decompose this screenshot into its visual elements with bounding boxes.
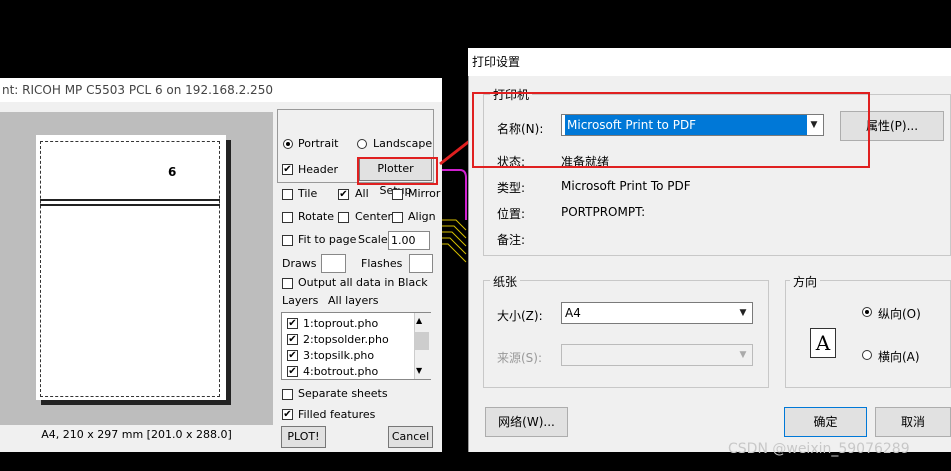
all-layers-label: All layers <box>328 294 379 307</box>
filled-features-label: Filled features <box>298 408 376 421</box>
preview-header-line <box>40 204 220 206</box>
cancel-dialog-button[interactable]: 取消 <box>875 407 951 437</box>
output-black-checkbox[interactable] <box>282 278 293 289</box>
portrait-label: Portrait <box>298 137 339 150</box>
layer-checkbox[interactable]: ✔ <box>287 350 298 361</box>
scale-label: Scale <box>358 233 388 246</box>
fit-to-page-label: Fit to page <box>298 233 357 246</box>
dialog-title: 打印设置 <box>468 48 951 76</box>
center-label: Center <box>355 210 393 223</box>
where-label: 位置: <box>497 207 526 221</box>
tile-checkbox[interactable] <box>282 189 293 200</box>
type-value: Microsoft Print To PDF <box>561 179 691 193</box>
landscape-radio-dialog[interactable] <box>862 350 872 360</box>
page-orientation-icon: A <box>810 328 836 358</box>
header-checkbox[interactable]: ✔ <box>282 164 293 175</box>
layers-label: Layers <box>282 294 319 307</box>
source-label: 来源(S): <box>497 351 543 365</box>
type-label: 类型: <box>497 181 526 195</box>
flashes-label: Flashes <box>361 257 403 270</box>
all-label: All <box>355 187 369 200</box>
filled-features-checkbox[interactable]: ✔ <box>282 409 293 420</box>
ok-button[interactable]: 确定 <box>784 407 867 437</box>
layer-checkbox[interactable]: ✔ <box>287 366 298 377</box>
rotate-label: Rotate <box>298 210 335 223</box>
tile-label: Tile <box>298 187 318 200</box>
align-label: Align <box>408 210 436 223</box>
mirror-label: Mirror <box>408 187 441 200</box>
fit-to-page-checkbox[interactable] <box>282 235 293 246</box>
layer-checkbox[interactable]: ✔ <box>287 334 298 345</box>
scale-input[interactable]: 1.00 <box>388 231 430 250</box>
landscape-label: Landscape <box>373 137 433 150</box>
draws-input[interactable] <box>321 254 346 273</box>
rotate-checkbox[interactable] <box>282 212 293 223</box>
cancel-button[interactable]: Cancel <box>388 426 433 448</box>
portrait-radio-dialog[interactable] <box>862 307 872 317</box>
landscape-dialog-label: 横向(A) <box>878 350 920 364</box>
paper-size-value: A4 <box>565 306 581 320</box>
paper-group-legend: 纸张 <box>490 273 521 290</box>
chevron-down-icon: ▼ <box>739 350 747 360</box>
layer-item[interactable]: 4:botrout.pho <box>303 365 378 378</box>
paper-size-select[interactable]: A4 ▼ <box>561 302 753 324</box>
paper-size-caption: A4, 210 x 297 mm [201.0 x 288.0] <box>41 428 232 441</box>
scroll-down-icon[interactable]: ▼ <box>416 366 422 375</box>
layer-item[interactable]: 3:topsilk.pho <box>303 349 374 362</box>
orientation-group-legend: 方向 <box>790 273 821 290</box>
plotter-setup-highlight <box>357 157 438 185</box>
paper-group <box>483 280 769 388</box>
comment-label: 备注: <box>497 233 526 247</box>
flashes-input[interactable] <box>409 254 433 273</box>
chevron-down-icon[interactable]: ▼ <box>736 305 750 321</box>
separate-sheets-label: Separate sheets <box>298 387 388 400</box>
center-checkbox[interactable] <box>338 212 349 223</box>
scroll-up-icon[interactable]: ▲ <box>416 316 422 325</box>
layer-checkbox[interactable]: ✔ <box>287 318 298 329</box>
plot-window-title: nt: RICOH MP C5503 PCL 6 on 192.168.2.25… <box>0 78 442 102</box>
plot-button[interactable]: PLOT! <box>281 426 326 448</box>
mirror-checkbox[interactable] <box>392 189 403 200</box>
header-label: Header <box>298 163 339 176</box>
layers-scroll-thumb[interactable] <box>415 332 429 350</box>
where-value: PORTPROMPT: <box>561 205 646 219</box>
align-checkbox[interactable] <box>392 212 403 223</box>
preview-page-number: 6 <box>168 165 177 179</box>
preview-header-line <box>40 199 220 201</box>
preview-margin <box>40 141 220 397</box>
printer-highlight <box>472 92 870 168</box>
size-label: 大小(Z): <box>497 309 543 323</box>
network-button[interactable]: 网络(W)... <box>485 407 568 437</box>
output-black-label: Output all data in Black <box>298 276 428 289</box>
layer-item[interactable]: 1:toprout.pho <box>303 317 378 330</box>
portrait-radio[interactable] <box>283 139 293 149</box>
all-checkbox[interactable]: ✔ <box>338 189 349 200</box>
watermark: CSDN @weixin_59076289 <box>728 441 910 457</box>
portrait-dialog-label: 纵向(O) <box>878 307 921 321</box>
pcb-background <box>442 169 467 263</box>
draws-label: Draws <box>282 257 317 270</box>
paper-source-select[interactable]: ▼ <box>561 344 753 366</box>
layer-item[interactable]: 2:topsolder.pho <box>303 333 389 346</box>
landscape-radio[interactable] <box>357 139 367 149</box>
separate-sheets-checkbox[interactable] <box>282 389 293 400</box>
